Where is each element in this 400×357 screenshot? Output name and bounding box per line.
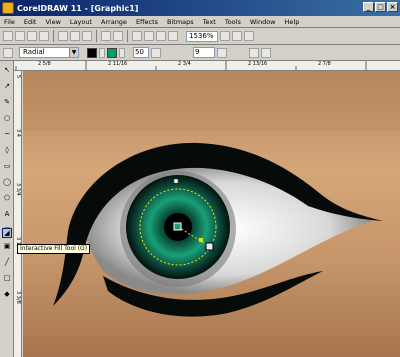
open-file-icon[interactable] — [15, 31, 25, 41]
vertical-ruler: 5 3 4 3 3/4 3 1/2 3 3/8 — [14, 71, 22, 357]
options-icon[interactable] — [244, 31, 254, 41]
zoom-dropdown-icon[interactable] — [220, 31, 230, 41]
close-button[interactable]: × — [387, 2, 398, 12]
outline-icon[interactable]: □ — [2, 273, 12, 283]
toolbar-separator — [127, 30, 128, 42]
cut-icon[interactable] — [58, 31, 68, 41]
h-ruler-label: 2 5/8 — [38, 61, 51, 67]
horizontal-ruler-ticks — [15, 61, 367, 70]
h-ruler-label: 2 3/4 — [178, 61, 191, 67]
menu-help[interactable]: Help — [285, 18, 300, 26]
h-ruler-label: 2 11/16 — [108, 61, 128, 67]
to-color-swatch[interactable] — [107, 47, 117, 58]
menu-text[interactable]: Text — [203, 18, 216, 26]
blend-icon[interactable]: ▣ — [2, 241, 12, 251]
midpoint-input[interactable]: 50 — [133, 47, 149, 58]
brow-shadow — [23, 71, 400, 131]
polygon-icon[interactable]: ⬠ — [2, 193, 12, 203]
v-ruler-label: 3 4 — [15, 129, 21, 137]
save-icon[interactable] — [27, 31, 37, 41]
v-ruler-label: 3 3/4 — [15, 183, 21, 196]
new-file-icon[interactable] — [3, 31, 13, 41]
copy-icon[interactable] — [70, 31, 80, 41]
horizontal-ruler: 2 5/8 2 11/16 2 3/4 2 13/16 2 7/8 — [14, 61, 400, 71]
menu-bar: File Edit View Layout Arrange Effects Bi… — [0, 16, 400, 28]
rectangle-icon[interactable]: ▭ — [2, 161, 12, 171]
property-bar: Radial ▼ 50 9 — [0, 45, 400, 61]
window-controls: _ □ × — [363, 2, 398, 12]
h-ruler-label: 2 7/8 — [318, 61, 331, 67]
launcher-icon[interactable] — [156, 31, 166, 41]
coreldraw-app-icon — [2, 2, 14, 14]
chevron-down-icon: ▼ — [69, 48, 78, 57]
interactive-fill-icon[interactable]: ◢ — [2, 228, 12, 238]
menu-arrange[interactable]: Arrange — [101, 18, 127, 26]
print-icon[interactable] — [39, 31, 49, 41]
fill-type-value: Radial — [23, 48, 45, 56]
lock-steps-icon[interactable] — [217, 47, 227, 58]
toolbar-separator — [96, 30, 97, 42]
corel-online-icon[interactable] — [168, 31, 178, 41]
pick-icon[interactable]: ↖ — [2, 65, 12, 75]
undo-icon[interactable] — [101, 31, 111, 41]
from-color-swatch[interactable] — [87, 47, 97, 58]
fill-end-handle[interactable] — [205, 242, 214, 251]
window-title: CorelDRAW 11 - [Graphic1] — [17, 3, 139, 13]
toolbox: ↖ ↗ ✎ ○ ~ ◊ ▭ ◯ ⬠ A ▦ ▣ ╱ □ ◆ ◢ — [0, 61, 14, 357]
fill-tool-icon — [3, 47, 13, 58]
from-color-dropdown-icon[interactable] — [99, 47, 105, 58]
fill-type-select[interactable]: Radial ▼ — [19, 47, 79, 58]
steps-input[interactable]: 9 — [193, 47, 215, 58]
paste-icon[interactable] — [82, 31, 92, 41]
toolbar-separator — [53, 30, 54, 42]
import-icon[interactable] — [132, 31, 142, 41]
export-icon[interactable] — [144, 31, 154, 41]
zoom-level-select[interactable]: 1536% — [186, 30, 218, 42]
to-color-dropdown-icon[interactable] — [119, 47, 125, 58]
menu-layout[interactable]: Layout — [70, 18, 92, 26]
eye-artwork — [23, 71, 400, 357]
snap-icon[interactable] — [232, 31, 242, 41]
drawing-canvas[interactable] — [23, 71, 400, 357]
center-marker — [174, 179, 178, 183]
eyedropper-icon[interactable]: ╱ — [2, 257, 12, 267]
zoom-icon[interactable]: ○ — [2, 113, 12, 123]
menu-file[interactable]: File — [4, 18, 15, 26]
redo-icon[interactable] — [113, 31, 123, 41]
menu-edit[interactable]: Edit — [24, 18, 37, 26]
title-bar: CorelDRAW 11 - [Graphic1] _ □ × — [0, 0, 400, 16]
v-ruler-label: 3 3/8 — [15, 291, 21, 304]
freehand-icon[interactable]: ~ — [2, 129, 12, 139]
menu-effects[interactable]: Effects — [136, 18, 158, 26]
angle-icon[interactable] — [151, 47, 161, 58]
smart-icon[interactable]: ◊ — [2, 145, 12, 155]
text-icon[interactable]: A — [2, 209, 12, 219]
midpoint-handle[interactable] — [199, 238, 203, 242]
menu-tools[interactable]: Tools — [225, 18, 241, 26]
v-ruler-label: 5 — [15, 75, 21, 79]
maximize-button[interactable]: □ — [375, 2, 386, 12]
menu-window[interactable]: Window — [250, 18, 276, 26]
standard-toolbar: 1536% — [0, 28, 400, 45]
ellipse-icon[interactable]: ◯ — [2, 177, 12, 187]
apply-fill-icon[interactable] — [261, 47, 271, 58]
fill-icon[interactable]: ◆ — [2, 289, 12, 299]
menu-bitmaps[interactable]: Bitmaps — [167, 18, 194, 26]
h-ruler-label: 2 13/16 — [248, 61, 268, 67]
tooltip: Interactive Fill Tool (G) — [17, 244, 91, 254]
shape-icon[interactable]: ↗ — [2, 81, 12, 91]
fill-start-handle[interactable] — [173, 222, 182, 231]
knife-icon[interactable]: ✎ — [2, 97, 12, 107]
minimize-button[interactable]: _ — [363, 2, 374, 12]
copy-fill-icon[interactable] — [249, 47, 259, 58]
menu-view[interactable]: View — [45, 18, 60, 26]
